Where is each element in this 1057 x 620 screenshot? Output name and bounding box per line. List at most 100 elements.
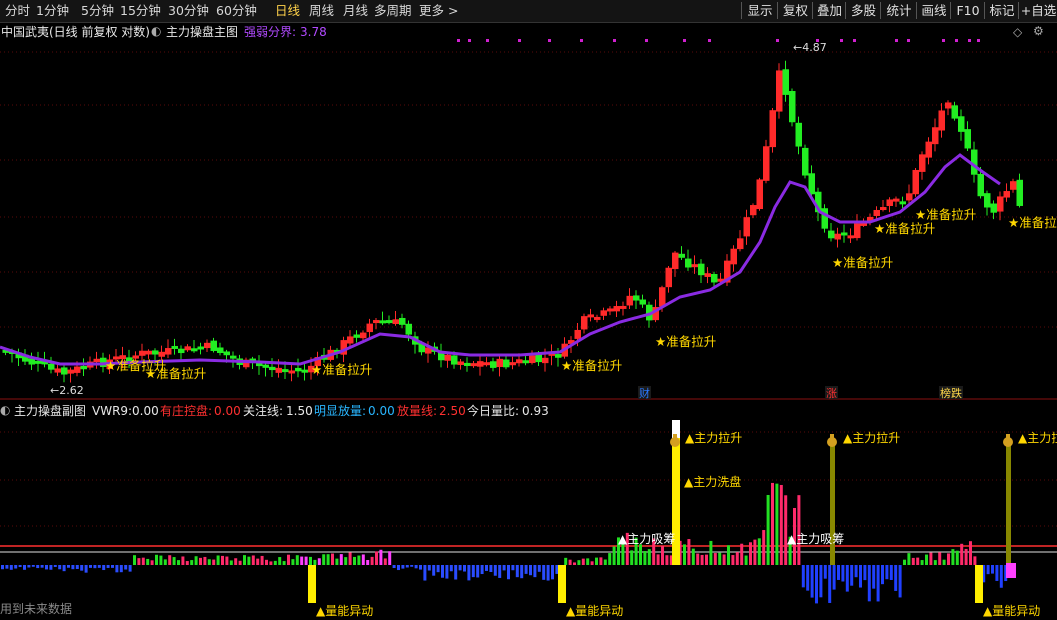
volume-bar (467, 565, 471, 581)
candle (1016, 173, 1023, 208)
volume-bar (493, 565, 497, 576)
candle (67, 367, 74, 383)
toolbar-button-4[interactable]: 统计 (880, 2, 917, 19)
candle (204, 339, 211, 352)
candle (262, 362, 269, 377)
candle-body (756, 179, 763, 210)
money-bag-neck (673, 434, 677, 438)
volume-bar (973, 556, 977, 565)
volume-bar (643, 551, 647, 565)
period-tab-8[interactable]: 月线 (343, 3, 368, 19)
period-tab-4[interactable]: 30分钟 (168, 3, 209, 19)
candle (256, 355, 263, 375)
volume-bar (159, 555, 163, 565)
toolbar-button-0[interactable]: 显示 (741, 2, 778, 19)
candle (763, 139, 770, 184)
future-data-note: 用到未来数据 (0, 602, 73, 616)
volume-bar (969, 541, 972, 565)
obvious-value: 0.00 (368, 404, 395, 418)
toolbar-button-2[interactable]: 叠加 (812, 2, 846, 19)
signal-label-3: ★准备拉升 (561, 358, 622, 373)
gear-icon[interactable]: ⚙ (1033, 24, 1044, 38)
volume-bar (89, 565, 92, 568)
volume-bar (713, 553, 717, 565)
volume-bar (177, 560, 180, 565)
period-tab-10[interactable]: 更多 > (419, 3, 458, 19)
volume-bar (955, 550, 959, 565)
money-bag-icon-2 (1003, 434, 1013, 447)
toolbar-button-1[interactable]: 复权 (777, 2, 813, 19)
candle (607, 306, 614, 316)
candle (704, 267, 711, 284)
volume-line-value: 2.50 (439, 404, 466, 418)
candle (997, 191, 1004, 221)
candle (93, 351, 100, 369)
candle (444, 352, 451, 368)
candle-body (587, 314, 594, 318)
candle (483, 357, 490, 367)
toolbar-button-5[interactable]: 画线 (916, 2, 951, 19)
candle-body (301, 369, 308, 373)
candle-body (470, 363, 477, 367)
volume-bar (353, 556, 356, 565)
candle (698, 259, 705, 284)
volume-bar (845, 565, 849, 592)
candle-body (711, 273, 718, 283)
candle-body (847, 235, 854, 239)
candlestick-chart[interactable]: ←4.87←2.62★准备拉升★准备拉升 ★准备拉升 ★准备拉升★准备拉升★准备拉升… (0, 22, 1057, 400)
volume-bar (331, 553, 334, 565)
period-tab-7[interactable]: 周线 (309, 3, 334, 19)
period-tab-0[interactable]: 分时 (5, 3, 30, 19)
volume-indicator-chart[interactable]: ▲主力拉升 ▲主力拉升 ▲主力拉升 ▲主力洗盘 ▲主力吸筹 ▲主力吸筹 ▲量能异动 ▲量能异动… (0, 400, 1057, 620)
period-tab-5[interactable]: 60分钟 (216, 3, 257, 19)
toolbar-button-3[interactable]: 多股 (845, 2, 881, 19)
money-bag-icon-1 (827, 434, 837, 447)
candle-body (464, 362, 471, 366)
toolbar-button-7[interactable]: 标记 (984, 2, 1019, 19)
candle (171, 338, 178, 355)
volume-bar (243, 555, 246, 565)
pull-up-label-3: ▲主力拉升 (1018, 430, 1057, 445)
indicator-name[interactable]: 主力操盘主图 (166, 25, 238, 39)
diamond-icon[interactable]: ◇ (1013, 25, 1022, 39)
sub-indicator-name[interactable]: 主力操盘副图 (14, 404, 86, 418)
volume-bar (344, 557, 348, 565)
volume-bar (163, 559, 167, 565)
volume-bar (661, 545, 664, 565)
volume-bar (823, 565, 827, 579)
sub-indicator-settings-icon[interactable]: ◐ (0, 403, 10, 417)
toolbar-button-8[interactable]: +自选 (1018, 2, 1057, 19)
volume-bar (986, 565, 990, 575)
volume-bar (608, 553, 612, 565)
period-tab-2[interactable]: 5分钟 (81, 3, 114, 19)
volume-bar (489, 565, 493, 572)
volume-bar (185, 561, 189, 565)
candle (639, 294, 646, 308)
period-tab-6[interactable]: 日线 (275, 3, 300, 19)
candle (288, 363, 295, 382)
volume-bar (718, 552, 722, 565)
candle-body (74, 366, 81, 373)
focus-value: 1.50 (286, 404, 313, 418)
period-tab-3[interactable]: 15分钟 (120, 3, 161, 19)
volume-bar (590, 561, 594, 565)
volume-bar (850, 565, 854, 586)
candle-body (574, 329, 581, 339)
volume-bar (784, 495, 788, 565)
indicator-settings-icon[interactable]: ◐ (151, 24, 161, 38)
candle-body (353, 334, 360, 338)
volume-bar (322, 554, 326, 565)
top-signal-dot (977, 39, 980, 42)
volume-bar (740, 543, 744, 565)
period-tab-9[interactable]: 多周期 (374, 3, 412, 19)
candle (386, 315, 393, 325)
volume-bar (5, 565, 9, 569)
volume-bar (687, 539, 691, 565)
volume-bar (511, 565, 515, 571)
toolbar-button-6[interactable]: F10 (950, 2, 985, 19)
volume-bar (524, 565, 528, 574)
candle (457, 358, 464, 370)
period-tab-1[interactable]: 1分钟 (36, 3, 69, 19)
volume-bar (542, 565, 546, 580)
volume-bar (172, 557, 176, 565)
